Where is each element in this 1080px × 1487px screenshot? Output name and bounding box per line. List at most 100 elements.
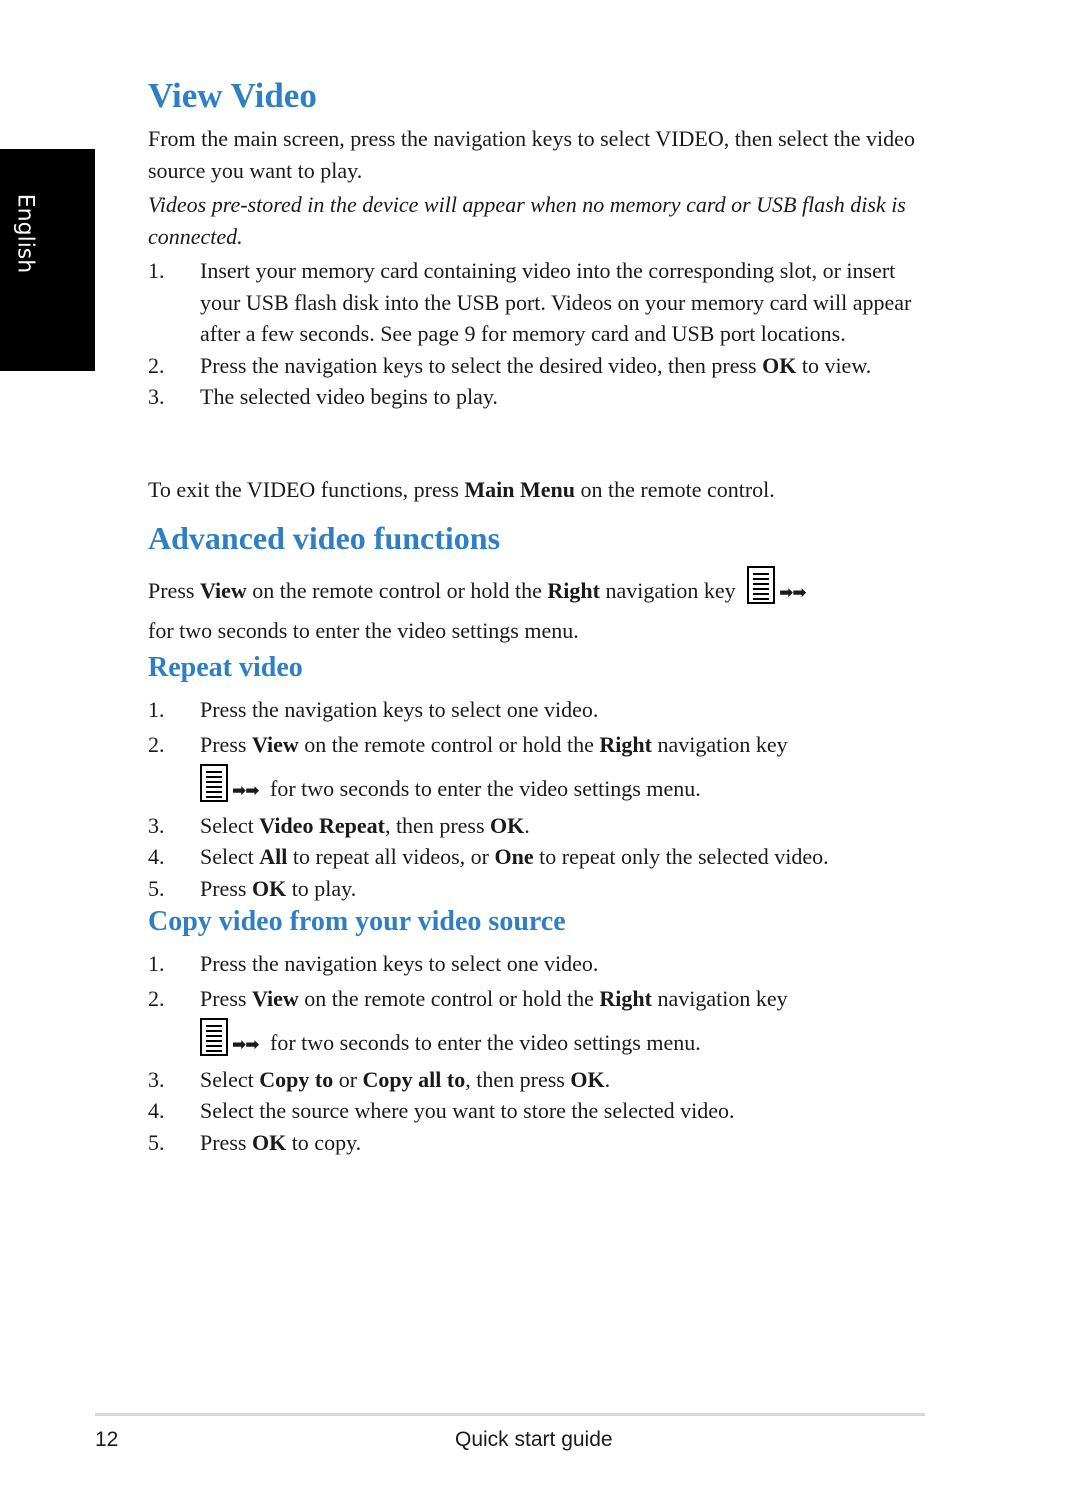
list-item: 5. Press OK to copy. [148, 1127, 938, 1159]
menu-key-icon [200, 1017, 228, 1056]
key-right: Right [547, 578, 600, 603]
key-ok: OK [570, 1066, 605, 1092]
step-number: 1. [148, 258, 165, 283]
step-number: 3. [148, 1066, 165, 1092]
copy-video-steps: 1. Press the navigation keys to select o… [148, 948, 938, 1158]
menu-option-copy-all-to: Copy all to [362, 1066, 466, 1092]
text: To exit the VIDEO functions, press [148, 477, 465, 502]
step-text: Press the navigation keys to select one … [200, 951, 599, 976]
option-all: All [259, 844, 288, 869]
text: or [333, 1066, 363, 1092]
text: for two seconds to enter the video setti… [264, 775, 701, 801]
key-view: View [251, 985, 299, 1011]
step-text: Press the navigation keys to select one … [200, 697, 599, 722]
list-item: 3. The selected video begins to play. [148, 381, 938, 413]
text: on the remote control. [575, 477, 775, 502]
text: Press [200, 731, 252, 757]
text: , then press [384, 812, 491, 838]
text: Press [200, 985, 252, 1011]
step-number: 2. [148, 352, 165, 378]
menu-option-copy-to: Copy to [259, 1066, 334, 1092]
list-item: 2. Press the navigation keys to select t… [148, 350, 938, 382]
text: on the remote control or hold the [246, 578, 548, 603]
key-ok: OK [490, 812, 525, 838]
step-number: 2. [148, 985, 165, 1011]
step-number: 5. [148, 1129, 165, 1155]
key-ok: OK [251, 1129, 287, 1155]
text: Select [200, 844, 260, 869]
key-right: Right [599, 985, 652, 1011]
text: for two seconds to enter the video setti… [148, 618, 579, 643]
step-text: The selected video begins to play. [200, 384, 498, 409]
text: . [604, 1066, 611, 1092]
text: navigation key [599, 578, 736, 603]
heading-view-video: View Video [148, 76, 317, 115]
list-item: 2. Press View on the remote control or h… [148, 726, 938, 810]
key-ok: OK [251, 875, 287, 901]
text: to copy. [286, 1129, 362, 1155]
text: on the remote control or hold the [298, 731, 600, 757]
text: to repeat all videos, or [287, 844, 495, 869]
text: to repeat only the selected video. [533, 844, 829, 869]
heading-copy-video: Copy video from your video source [148, 906, 566, 937]
page-number: 12 [95, 1428, 119, 1451]
list-item: 1. Insert your memory card containing vi… [148, 255, 938, 350]
menu-key-icon [200, 763, 228, 802]
text: Press [148, 578, 200, 603]
list-item: 1. Press the navigation keys to select o… [148, 948, 938, 980]
key-ok: OK [762, 352, 797, 378]
list-item: 3. Select Video Repeat, then press OK. [148, 810, 938, 842]
step-number: 3. [148, 812, 165, 838]
view-video-intro: From the main screen, press the navigati… [148, 126, 915, 183]
list-item: 4. Select the source where you want to s… [148, 1095, 938, 1127]
view-video-steps: 1. Insert your memory card containing vi… [148, 255, 938, 413]
right-arrows-icon: ➡➡ [779, 583, 806, 603]
text: Select [200, 812, 260, 838]
footer-title: Quick start guide [455, 1428, 613, 1451]
key-view: View [199, 578, 247, 603]
heading-advanced-video-functions: Advanced video functions [148, 520, 501, 556]
step-text: Insert your memory card containing video… [200, 258, 912, 346]
menu-option-video-repeat: Video Repeat [259, 812, 385, 838]
text: . [524, 812, 530, 838]
step-number: 3. [148, 384, 165, 409]
step-text: Select the source where you want to stor… [200, 1098, 735, 1123]
heading-repeat-video: Repeat video [148, 652, 303, 683]
text: on the remote control or hold the [298, 985, 600, 1011]
text: navigation key [651, 985, 788, 1011]
list-item: 5. Press OK to play. [148, 873, 938, 905]
step-number: 5. [148, 875, 165, 901]
language-tab: English [0, 149, 95, 371]
list-item: 1. Press the navigation keys to select o… [148, 694, 938, 726]
right-arrows-icon: ➡➡ [232, 780, 259, 801]
key-main-menu: Main Menu [464, 477, 576, 502]
text: for two seconds to enter the video setti… [264, 1029, 701, 1055]
text: navigation key [651, 731, 788, 757]
key-right: Right [599, 731, 652, 757]
view-video-note: Videos pre-stored in the device will app… [148, 192, 906, 249]
step-number: 1. [148, 951, 165, 976]
option-one: One [494, 844, 534, 869]
footer-divider [95, 1413, 925, 1416]
key-view: View [251, 731, 299, 757]
step-text: Press the navigation keys to select the … [200, 352, 763, 378]
step-number: 1. [148, 697, 165, 722]
language-tab-label: English [12, 193, 38, 274]
list-item: 4. Select All to repeat all videos, or O… [148, 841, 938, 873]
step-number: 4. [148, 844, 165, 869]
text: , then press [465, 1066, 571, 1092]
text: Select [200, 1066, 260, 1092]
step-text: to view. [796, 352, 872, 378]
text: Press [200, 1129, 252, 1155]
menu-key-icon [747, 566, 776, 604]
list-item: 2. Press View on the remote control or h… [148, 980, 938, 1064]
exit-instruction: To exit the VIDEO functions, press Main … [148, 474, 938, 506]
step-number: 4. [148, 1098, 165, 1123]
right-arrows-icon: ➡➡ [232, 1034, 259, 1055]
advanced-intro: Press View on the remote control or hold… [148, 566, 938, 650]
text: Press [200, 875, 252, 901]
step-number: 2. [148, 731, 165, 757]
repeat-video-steps: 1. Press the navigation keys to select o… [148, 694, 938, 904]
text: to play. [286, 875, 357, 901]
list-item: 3. Select Copy to or Copy all to, then p… [148, 1064, 938, 1096]
